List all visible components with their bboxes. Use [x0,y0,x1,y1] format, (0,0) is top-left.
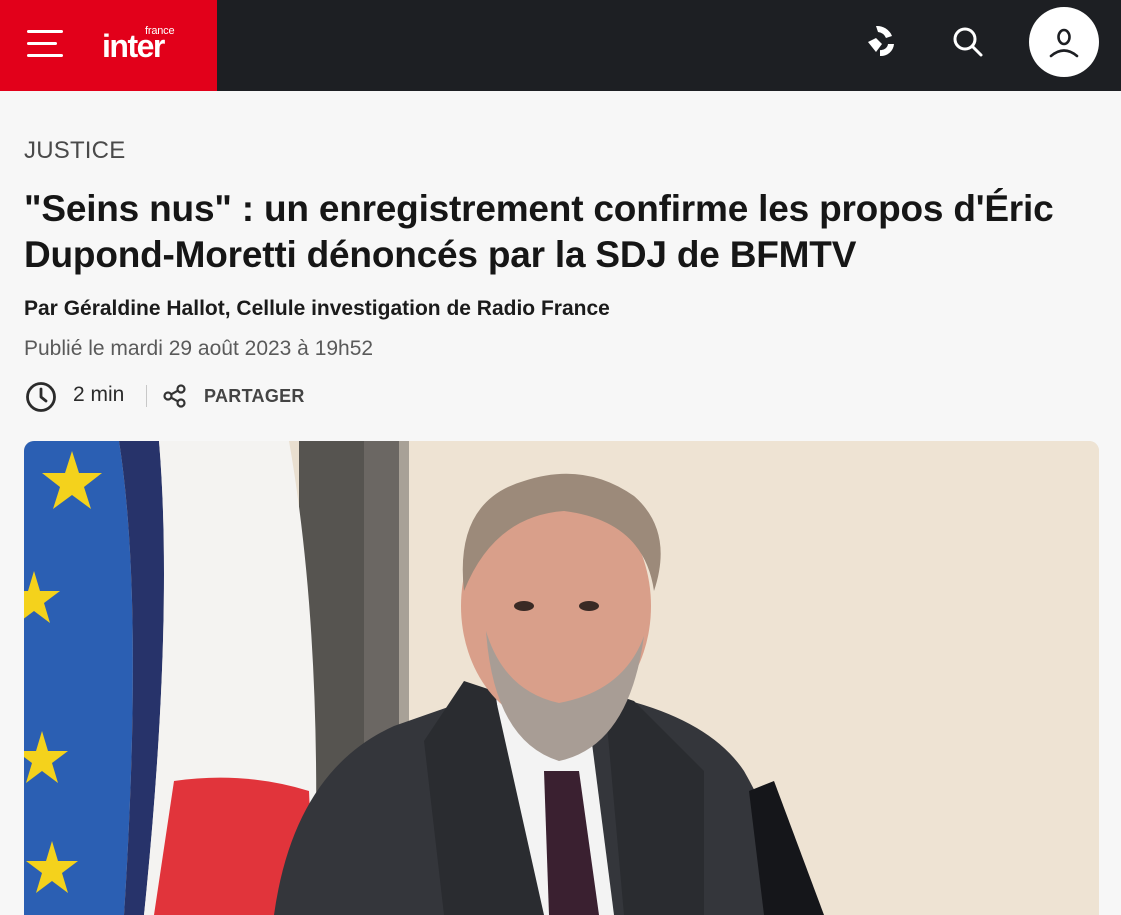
meta-divider [146,385,147,407]
category-label[interactable]: JUSTICE [24,137,125,165]
top-navigation-bar: france inter [0,0,1121,91]
menu-button[interactable] [27,28,65,60]
brand-block: france inter [0,0,217,91]
account-button[interactable] [1029,7,1099,77]
search-button[interactable] [948,22,988,62]
article-hero-photo [24,441,1099,915]
radio-live-button[interactable] [862,22,902,62]
article-headline: "Seins nus" : un enregistrement confirme… [24,188,1054,275]
share-icon [163,384,186,408]
hero-photo-illustration [24,441,1099,915]
user-icon [1049,28,1079,58]
share-button[interactable]: PARTAGER [162,380,312,412]
clock-icon [26,382,56,412]
search-icon [953,27,983,57]
article-byline[interactable]: Par Géraldine Hallot, Cellule investigat… [24,297,610,321]
article-meta-row: 2 min PARTAGER [24,378,424,414]
share-label: PARTAGER [204,386,305,406]
eu-flag [24,441,133,915]
reading-time: 2 min [73,383,125,406]
radio-live-icon [868,25,894,57]
menu-icon-line [27,42,57,45]
french-flag [119,441,317,915]
france-inter-logo[interactable]: france inter [102,24,192,68]
menu-icon-line [27,54,63,57]
logo-main-text: inter [102,28,165,64]
menu-icon-line [27,30,63,33]
publication-date: Publié le mardi 29 août 2023 à 19h52 [24,337,374,360]
